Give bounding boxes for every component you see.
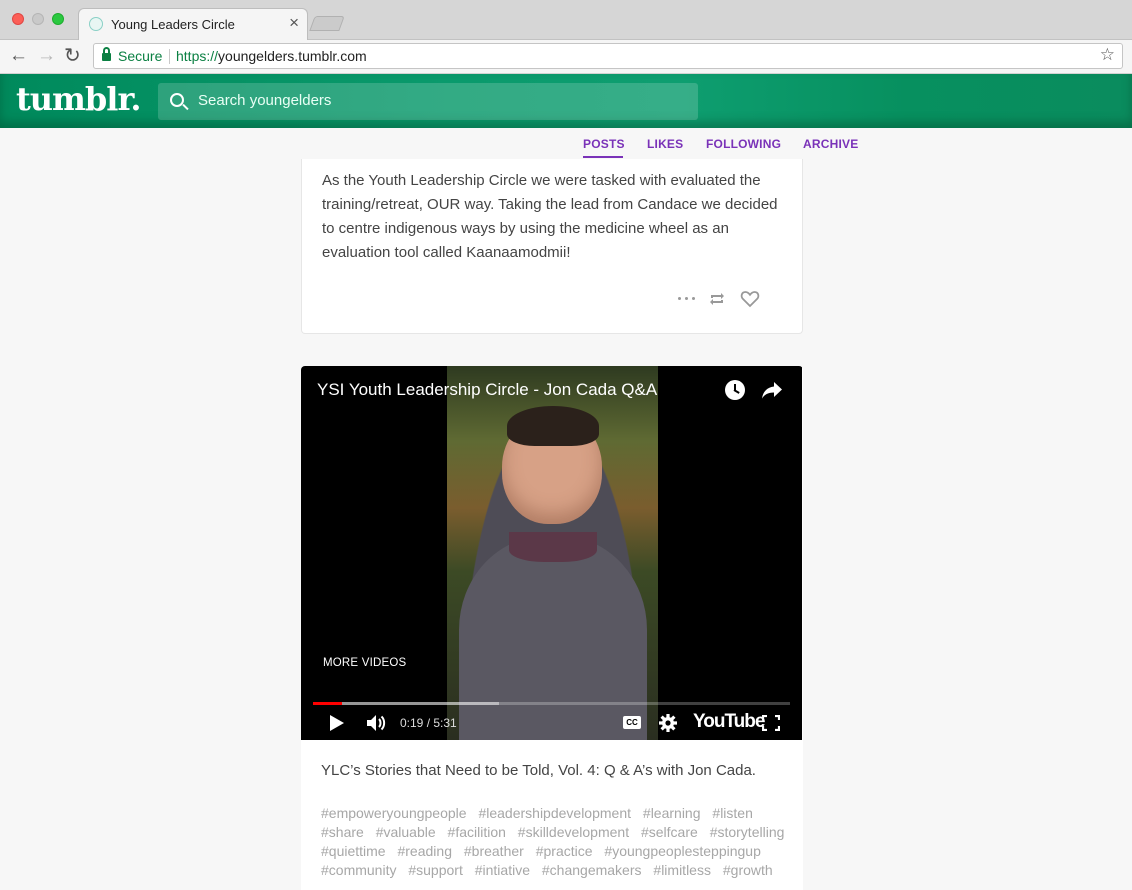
tumblr-logo[interactable]: tumblr. (16, 80, 141, 118)
share-icon[interactable] (761, 380, 783, 400)
browser-titlebar: Young Leaders Circle × (0, 0, 1132, 40)
youtube-logo[interactable]: YouTube (693, 711, 765, 733)
video-time: 0:19 / 5:31 (400, 716, 457, 730)
tag-link[interactable]: #skilldevelopment (518, 824, 629, 840)
window-zoom-button[interactable] (52, 13, 64, 25)
url-host: youngelders.tumblr.com (218, 48, 367, 64)
video-subject-sweater (459, 536, 647, 740)
back-arrow-icon[interactable]: ← (9, 44, 28, 68)
search-box[interactable] (158, 83, 698, 120)
more-options-icon[interactable] (678, 297, 698, 301)
address-separator (169, 49, 170, 64)
tag-link[interactable]: #growth (723, 862, 773, 878)
tag-link[interactable]: #learning (643, 805, 701, 821)
tumblr-header: tumblr. (0, 74, 1132, 128)
window-close-button[interactable] (12, 13, 24, 25)
more-videos-label[interactable]: MORE VIDEOS (323, 657, 406, 669)
volume-icon[interactable] (365, 713, 387, 733)
video-frame-image (447, 366, 658, 740)
tab-close-icon[interactable]: × (289, 13, 299, 33)
tab-following[interactable]: FOLLOWING (706, 137, 781, 151)
video-title[interactable]: YSI Youth Leadership Circle - Jon Cada Q… (317, 380, 657, 400)
search-input[interactable] (198, 92, 678, 109)
progress-played (313, 702, 342, 705)
video-progress-bar[interactable] (313, 702, 790, 705)
tag-link[interactable]: #reading (397, 843, 452, 859)
tag-link[interactable]: #youngpeoplesteppingup (604, 843, 760, 859)
watch-later-icon[interactable] (725, 380, 745, 400)
gear-icon[interactable] (658, 713, 678, 733)
tag-link[interactable]: #breather (464, 843, 524, 859)
fullscreen-icon[interactable] (762, 715, 780, 731)
lock-icon (102, 47, 111, 61)
bookmark-star-icon[interactable]: ☆ (1100, 45, 1115, 65)
address-bar[interactable]: Secure https://youngelders.tumblr.com ☆ (93, 43, 1123, 69)
reblog-icon[interactable] (708, 291, 726, 307)
tag-link[interactable]: #valuable (376, 824, 436, 840)
new-tab-button[interactable] (309, 16, 345, 31)
tag-link[interactable]: #leadershipdevelopment (478, 805, 631, 821)
tag-link[interactable]: #quiettime (321, 843, 386, 859)
tag-link[interactable]: #facilition (448, 824, 506, 840)
tag-link[interactable]: #empoweryoungpeople (321, 805, 467, 821)
search-icon (170, 93, 184, 107)
captions-icon[interactable]: CC (623, 716, 641, 729)
browser-toolbar: ← → ↻ Secure https://youngelders.tumblr.… (0, 40, 1132, 74)
tag-link[interactable]: #share (321, 824, 364, 840)
secure-label: Secure (118, 48, 163, 64)
post-caption: YLC’s Stories that Need to be Told, Vol.… (321, 762, 756, 779)
tab-favicon-icon (89, 17, 103, 31)
active-tab-underline (583, 156, 623, 158)
heart-icon[interactable] (740, 289, 760, 309)
video-subject-collar (509, 532, 597, 562)
browser-tab[interactable]: Young Leaders Circle × (78, 8, 308, 40)
video-post: YSI Youth Leadership Circle - Jon Cada Q… (301, 366, 803, 890)
url-text[interactable]: https://youngelders.tumblr.com (176, 48, 367, 64)
video-player[interactable]: YSI Youth Leadership Circle - Jon Cada Q… (301, 366, 802, 740)
tag-link[interactable]: #changemakers (542, 862, 642, 878)
tab-title: Young Leaders Circle (111, 17, 235, 32)
tag-link[interactable]: #listen (712, 805, 752, 821)
post-tags: #empoweryoungpeople #leadershipdevelopme… (321, 804, 801, 880)
tag-link[interactable]: #selfcare (641, 824, 698, 840)
play-icon[interactable] (330, 715, 344, 731)
reload-icon[interactable]: ↻ (64, 44, 81, 68)
tab-posts[interactable]: POSTS (583, 137, 625, 151)
post-body: As the Youth Leadership Circle we were t… (322, 172, 778, 261)
tag-link[interactable]: #support (408, 862, 462, 878)
url-scheme: https:// (176, 48, 219, 64)
tag-link[interactable]: #limitless (653, 862, 711, 878)
window-minimize-button[interactable] (32, 13, 44, 25)
text-post: As the Youth Leadership Circle we were t… (301, 159, 803, 334)
tab-likes[interactable]: LIKES (647, 137, 683, 151)
tag-link[interactable]: #practice (536, 843, 593, 859)
tab-archive[interactable]: ARCHIVE (803, 137, 858, 151)
forward-arrow-icon[interactable]: → (37, 44, 56, 68)
tag-link[interactable]: #storytelling (710, 824, 785, 840)
tag-link[interactable]: #community (321, 862, 396, 878)
tag-link[interactable]: #intiative (475, 862, 530, 878)
